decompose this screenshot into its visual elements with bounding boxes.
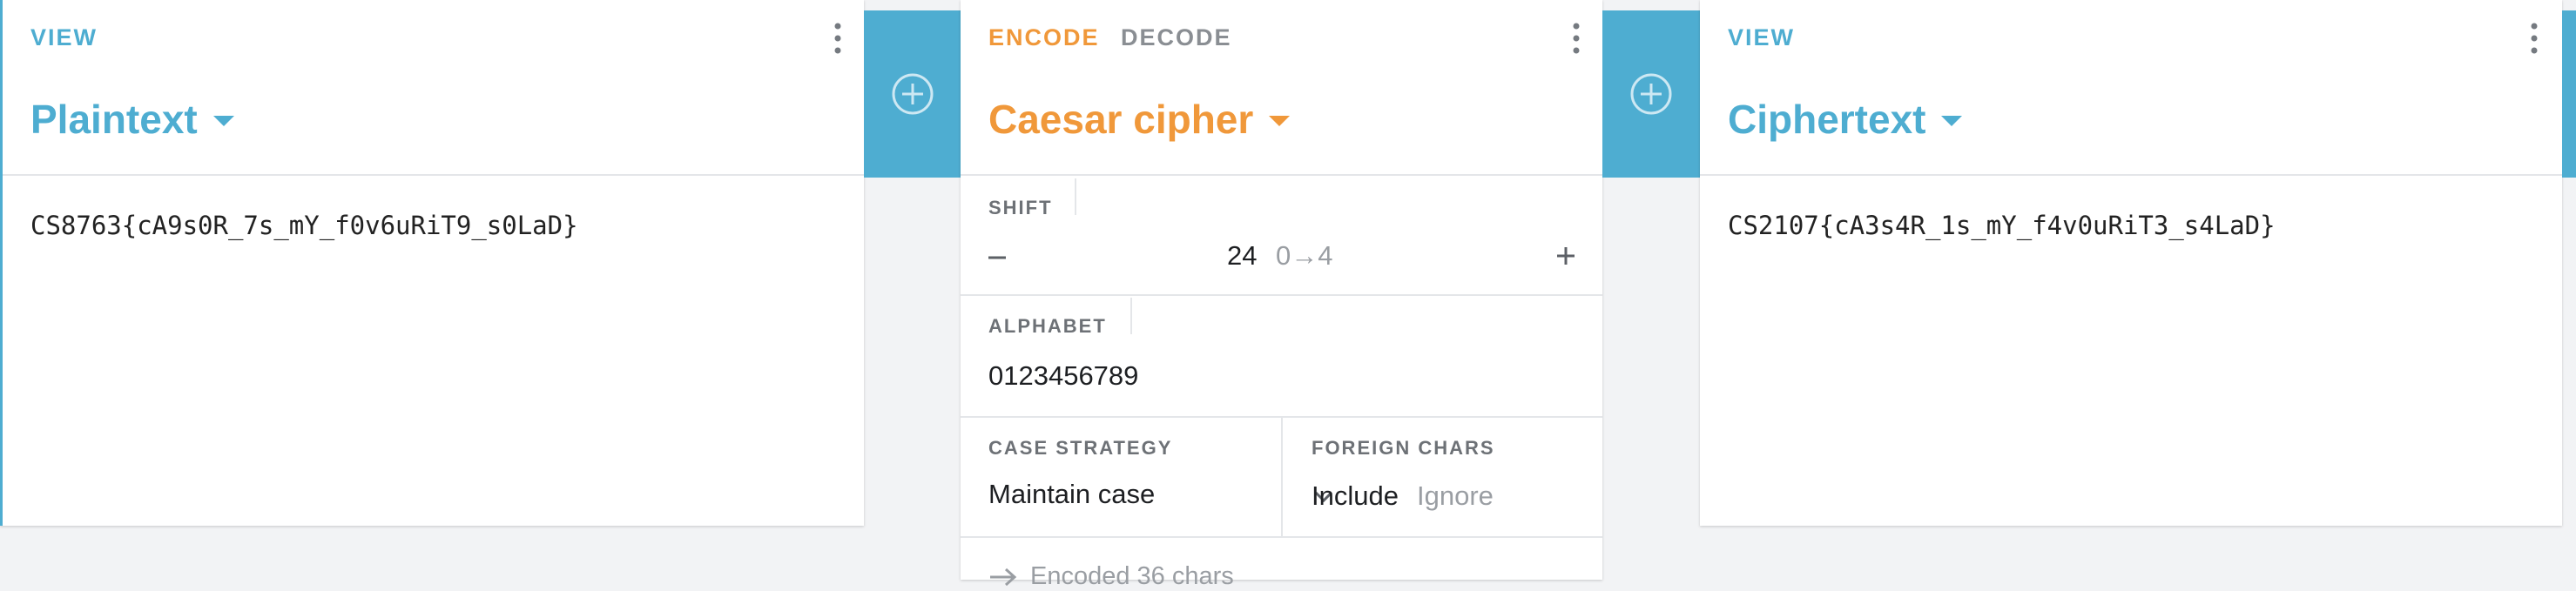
plaintext-panel-header: VIEW Plaintext	[3, 0, 864, 176]
kebab-menu-icon[interactable]	[2527, 21, 2541, 56]
ciphertext-panel: VIEW Ciphertext CS2107{cA3s4R_1s_mY_f4v0…	[1700, 0, 2562, 526]
alphabet-label: ALPHABET	[988, 315, 1107, 337]
shift-value[interactable]: 24	[1227, 240, 1257, 272]
shift-increment-button[interactable]	[1550, 240, 1581, 272]
ciphertext-content[interactable]: CS2107{cA3s4R_1s_mY_f4v0uRiT3_s4LaD}	[1728, 211, 2276, 240]
tab-decode[interactable]: DECODE	[1121, 24, 1232, 51]
kebab-menu-icon[interactable]	[831, 21, 845, 56]
plus-circle-icon[interactable]	[1629, 71, 1674, 117]
shift-label-divider	[1075, 178, 1076, 215]
caesar-title: Caesar cipher	[988, 97, 1254, 142]
case-strategy-value: Maintain case	[988, 479, 1156, 509]
kebab-menu-icon[interactable]	[1569, 21, 1583, 56]
foreign-chars-label: FOREIGN CHARS	[1312, 437, 1495, 459]
case-strategy-select[interactable]: Maintain case	[988, 479, 1345, 514]
caesar-title-dropdown[interactable]: Caesar cipher	[988, 96, 1291, 143]
caret-down-icon	[212, 116, 234, 126]
case-foreign-divider	[1281, 418, 1283, 536]
shift-mapping: 0→4	[1276, 240, 1333, 271]
options-row-divider	[961, 536, 1602, 538]
ciphertext-panel-header: VIEW Ciphertext	[1700, 0, 2562, 176]
status-text: Encoded 36 chars	[1030, 562, 1234, 590]
plaintext-title-dropdown[interactable]: Plaintext	[30, 96, 234, 143]
plaintext-title: Plaintext	[30, 97, 198, 142]
foreign-chars-include-option[interactable]: Include	[1312, 480, 1399, 512]
view-mode-label[interactable]: VIEW	[30, 24, 98, 51]
tab-encode[interactable]: ENCODE	[988, 24, 1100, 51]
ciphertext-body[interactable]: CS2107{cA3s4R_1s_mY_f4v0uRiT3_s4LaD}	[1700, 176, 2562, 526]
ciphertext-title-dropdown[interactable]: Ciphertext	[1728, 96, 1963, 143]
caret-down-icon	[1269, 116, 1291, 126]
add-operation-rail-edge[interactable]	[2562, 10, 2576, 178]
alphabet-input[interactable]: 0123456789	[988, 360, 1138, 392]
caesar-cipher-panel: ENCODE DECODE Caesar cipher SHIFT 24 0→4…	[961, 0, 1602, 590]
case-strategy-label: CASE STRATEGY	[988, 437, 1173, 459]
add-operation-rail-left[interactable]	[864, 10, 961, 178]
shift-row-divider	[961, 294, 1602, 296]
shift-decrement-button[interactable]	[983, 242, 1015, 273]
foreign-chars-ignore-option[interactable]: Ignore	[1417, 480, 1494, 512]
plaintext-body[interactable]: CS8763{cA9s0R_7s_mY_f0v6uRiT9_s0LaD}	[3, 176, 864, 526]
ciphertext-title: Ciphertext	[1728, 97, 1926, 142]
plus-circle-icon[interactable]	[890, 71, 935, 117]
plaintext-content[interactable]: CS8763{cA9s0R_7s_mY_f0v6uRiT9_s0LaD}	[30, 211, 578, 240]
view-mode-label[interactable]: VIEW	[1728, 24, 1795, 51]
add-operation-rail-right[interactable]	[1602, 10, 1700, 178]
alphabet-label-divider	[1130, 298, 1132, 334]
plaintext-panel: VIEW Plaintext CS8763{cA9s0R_7s_mY_f0v6u…	[0, 0, 864, 526]
shift-label: SHIFT	[988, 197, 1053, 218]
caret-down-icon	[1941, 116, 1963, 126]
caesar-panel-header: ENCODE DECODE Caesar cipher	[961, 0, 1602, 176]
arrow-right-icon	[990, 567, 1017, 587]
